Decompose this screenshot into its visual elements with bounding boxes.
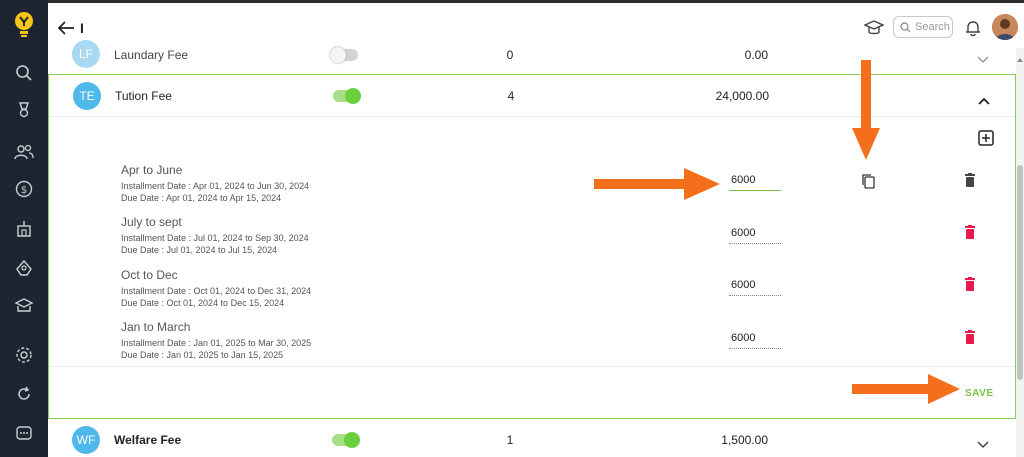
due-date: Due Date : Apr 01, 2024 to Apr 15, 2024 xyxy=(121,193,282,203)
installment-amount-input[interactable]: 6000 xyxy=(729,332,781,349)
fee-amount: 24,000.00 xyxy=(715,89,769,103)
annotation-arrow-icon xyxy=(852,60,880,160)
fee-toggle[interactable] xyxy=(330,47,358,63)
installment-title: Apr to June xyxy=(121,163,183,177)
building-icon[interactable] xyxy=(12,217,36,241)
fee-count: 4 xyxy=(507,89,515,103)
chevron-down-icon[interactable] xyxy=(977,51,989,64)
annotation-arrow-icon xyxy=(852,374,960,404)
fee-toggle[interactable] xyxy=(333,88,361,104)
search-placeholder: Search xyxy=(915,21,950,33)
delete-icon[interactable] xyxy=(964,330,976,344)
bell-icon[interactable] xyxy=(964,19,982,37)
installment-item: Apr to June Installment Date : Apr 01, 2… xyxy=(121,163,309,204)
installment-date: Installment Date : Jul 01, 2024 to Sep 3… xyxy=(121,233,309,243)
page-title: I xyxy=(80,20,84,36)
delete-icon[interactable] xyxy=(964,225,976,239)
installment-date: Installment Date : Oct 01, 2024 to Dec 3… xyxy=(121,286,312,296)
fee-count: 0 xyxy=(506,48,514,62)
chat-icon[interactable] xyxy=(12,421,36,445)
svg-text:$: $ xyxy=(21,185,27,196)
divider xyxy=(49,366,1015,367)
school-icon[interactable] xyxy=(12,294,36,318)
fee-row-welfare[interactable]: WF Welfare Fee 1 1,500.00 xyxy=(48,420,1016,457)
fee-count: 1 xyxy=(506,433,514,447)
due-date: Due Date : Jan 01, 2025 to Jan 15, 2025 xyxy=(121,350,284,360)
fee-amount: 0.00 xyxy=(744,48,768,62)
search-icon[interactable] xyxy=(12,61,36,85)
chevron-up-icon[interactable] xyxy=(978,92,990,105)
installment-item: Oct to Dec Installment Date : Oct 01, 20… xyxy=(121,268,311,309)
installment-date: Installment Date : Apr 01, 2024 to Jun 3… xyxy=(121,181,310,191)
network-icon[interactable] xyxy=(12,256,36,280)
add-installment-icon[interactable] xyxy=(978,130,994,146)
fee-name: Laundary Fee xyxy=(114,48,189,62)
installment-date: Installment Date : Jan 01, 2025 to Mar 3… xyxy=(121,338,312,348)
due-date: Due Date : Jul 01, 2024 to Jul 15, 2024 xyxy=(121,245,278,255)
back-arrow-icon[interactable] xyxy=(57,21,76,35)
app-root: $ I Search LF Laundary Fee 0 0.00 TE Tut… xyxy=(0,0,1024,457)
fee-badge: WF xyxy=(72,426,100,454)
people-icon[interactable] xyxy=(12,140,36,164)
avatar[interactable] xyxy=(992,14,1018,40)
fee-name: Welfare Fee xyxy=(114,433,182,447)
fee-badge: LF xyxy=(72,40,100,68)
annotation-arrow-icon xyxy=(594,168,720,200)
fee-name: Tution Fee xyxy=(115,89,172,103)
installment-title: Jan to March xyxy=(121,320,191,334)
save-button[interactable]: SAVE xyxy=(965,388,994,399)
installment-amount-input[interactable]: 6000 xyxy=(729,174,781,191)
installment-amount-input[interactable]: 6000 xyxy=(729,227,781,244)
installment-title: July to sept xyxy=(121,215,182,229)
settings-icon[interactable] xyxy=(12,343,36,367)
delete-icon[interactable] xyxy=(964,277,976,291)
graduation-cap-icon[interactable] xyxy=(863,19,885,37)
logo-icon[interactable] xyxy=(12,10,36,42)
installment-item: Jan to March Installment Date : Jan 01, … xyxy=(121,320,311,361)
search-input[interactable]: Search xyxy=(893,16,953,38)
top-bar: I Search xyxy=(48,0,1024,48)
fee-badge: TE xyxy=(73,82,101,110)
sidebar: $ xyxy=(0,0,48,457)
search-icon xyxy=(900,22,911,33)
installment-item: July to sept Installment Date : Jul 01, … xyxy=(121,215,309,256)
delete-icon[interactable] xyxy=(964,173,976,187)
refresh-icon[interactable] xyxy=(12,382,36,406)
scroll-up-arrow-icon[interactable] xyxy=(1017,50,1023,62)
copy-icon[interactable] xyxy=(861,173,875,189)
fee-amount: 1,500.00 xyxy=(721,433,768,447)
due-date: Due Date : Oct 01, 2024 to Dec 15, 2024 xyxy=(121,298,285,308)
fee-toggle[interactable] xyxy=(332,432,360,448)
installment-amount-input[interactable]: 6000 xyxy=(729,279,781,296)
scrollbar-thumb[interactable] xyxy=(1017,165,1023,380)
trophy-icon[interactable] xyxy=(12,98,36,122)
installment-title: Oct to Dec xyxy=(121,268,178,282)
dollar-icon[interactable]: $ xyxy=(12,177,36,201)
chevron-down-icon[interactable] xyxy=(977,436,989,449)
